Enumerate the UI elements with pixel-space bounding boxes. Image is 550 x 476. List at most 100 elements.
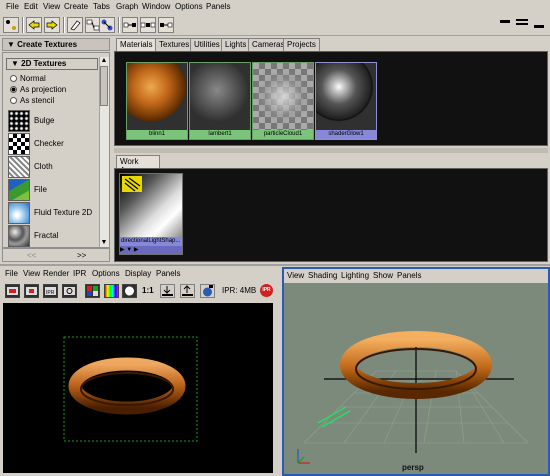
- nav-prev-button[interactable]: <<: [27, 251, 36, 260]
- 2d-textures-header[interactable]: ▼ 2D Textures: [6, 58, 98, 70]
- radio-icon: [10, 75, 17, 82]
- particlecloud-sphere-icon: [253, 63, 313, 131]
- fluid-swatch-icon: [8, 202, 30, 224]
- input-connections-icon[interactable]: [122, 17, 138, 33]
- svg-text:IPR: IPR: [46, 290, 55, 296]
- materials-panel: blinn1 lambert1 particleCloud1 shaderGlo…: [114, 51, 548, 146]
- collapse-arrow-icon: ▼: [11, 59, 22, 68]
- main-menubar: File Edit View Create Tabs Graph Window …: [0, 0, 550, 14]
- radio-normal[interactable]: Normal: [10, 74, 46, 83]
- render-image-area[interactable]: [3, 303, 273, 473]
- persp-menu-lighting[interactable]: Lighting: [341, 271, 369, 280]
- create-textures-header[interactable]: ▼ Create Textures: [2, 38, 110, 51]
- scroll-down-icon[interactable]: ▼: [100, 239, 108, 247]
- radio-icon: [10, 97, 17, 104]
- directional-light-icon: [120, 174, 182, 238]
- radio-selected-icon: [10, 86, 17, 93]
- render-menu-view[interactable]: View: [23, 269, 40, 278]
- keep-image-icon[interactable]: [160, 284, 175, 298]
- render-view-toolbar: IPR 1:1 IPR: 4MB IPR: [0, 281, 278, 301]
- nav-next-button[interactable]: >>: [77, 251, 86, 260]
- persp-menu-shading[interactable]: Shading: [308, 271, 337, 280]
- persp-menu-show[interactable]: Show: [373, 271, 393, 280]
- collapse-arrow-icon: ▼: [7, 40, 18, 49]
- texture-item-fractal[interactable]: Fractal: [8, 225, 98, 247]
- rendered-ring-image: [63, 336, 198, 442]
- persp-menu-view[interactable]: View: [287, 271, 304, 280]
- panel-splitter[interactable]: [114, 148, 548, 153]
- shaderglow-sphere-icon: [316, 63, 376, 131]
- material-swatch-shaderglow1[interactable]: shaderGlow1: [315, 62, 377, 140]
- directional-light-node[interactable]: directionalLightShap... ▶ ▼ ▶: [119, 173, 183, 255]
- material-swatch-particlecloud1[interactable]: particleCloud1: [252, 62, 314, 140]
- menu-create[interactable]: Create: [64, 2, 88, 11]
- menu-options[interactable]: Options: [175, 2, 203, 11]
- material-swatch-blinn1[interactable]: blinn1: [126, 62, 188, 140]
- menu-file[interactable]: File: [6, 2, 19, 11]
- ipr-badge-icon[interactable]: IPR: [260, 284, 273, 297]
- camera-label: persp: [402, 463, 424, 472]
- texture-item-bulge[interactable]: Bulge: [8, 110, 98, 132]
- fractal-swatch-icon: [8, 225, 30, 247]
- radio-as-projection[interactable]: As projection: [10, 85, 66, 94]
- blinn-sphere-icon: [127, 63, 187, 131]
- graph-network-icon[interactable]: [99, 17, 115, 33]
- redo-render-icon[interactable]: [5, 284, 20, 298]
- layout-bottom-icon[interactable]: [534, 18, 544, 28]
- display-rgb-icon[interactable]: [104, 284, 119, 298]
- render-menu-render[interactable]: Render: [43, 269, 69, 278]
- refresh-ipr-icon[interactable]: [62, 284, 77, 298]
- texture-item-file[interactable]: File: [8, 179, 98, 201]
- menu-graph[interactable]: Graph: [116, 2, 138, 11]
- ratio-label[interactable]: 1:1: [142, 286, 154, 295]
- ipr-render-icon[interactable]: IPR: [43, 284, 58, 298]
- tab-projects[interactable]: Projects: [283, 38, 320, 51]
- persp-viewport[interactable]: persp: [284, 283, 548, 474]
- lambert-sphere-icon: [190, 63, 250, 131]
- persp-menu-panels[interactable]: Panels: [397, 271, 421, 280]
- checker-swatch-icon: [8, 133, 30, 155]
- layout-split-icon[interactable]: [516, 19, 528, 25]
- tab-utilities[interactable]: Utilities: [190, 38, 224, 51]
- display-alpha-icon[interactable]: [122, 284, 137, 298]
- arrow-left-icon[interactable]: [26, 17, 42, 33]
- arrow-right-icon[interactable]: [44, 17, 60, 33]
- menu-panels[interactable]: Panels: [206, 2, 230, 11]
- tab-textures[interactable]: Textures: [155, 38, 194, 51]
- radio-as-stencil[interactable]: As stencil: [10, 96, 54, 105]
- texture-item-fluid-texture-2d[interactable]: Fluid Texture 2D: [8, 202, 98, 224]
- tab-lights[interactable]: Lights: [221, 38, 251, 51]
- perspective-view-panel: View Shading Lighting Show Panels persp: [282, 267, 550, 476]
- create-panel-nav: << >>: [2, 248, 110, 262]
- tab-materials[interactable]: Materials: [116, 38, 157, 51]
- menu-tabs[interactable]: Tabs: [93, 2, 110, 11]
- render-menu-options[interactable]: Options: [92, 269, 120, 278]
- texture-item-checker[interactable]: Checker: [8, 133, 98, 155]
- texture-item-cloth[interactable]: Cloth: [8, 156, 98, 178]
- render-menu-ipr[interactable]: IPR: [73, 269, 86, 278]
- render-globals-icon[interactable]: [200, 284, 215, 298]
- render-menu-file[interactable]: File: [5, 269, 18, 278]
- render-menu-display[interactable]: Display: [125, 269, 151, 278]
- render-region-icon[interactable]: [24, 284, 39, 298]
- clear-graph-icon[interactable]: [67, 17, 83, 33]
- ipr-memory-label: IPR: 4MB: [222, 286, 257, 295]
- scrollbar-thumb[interactable]: [100, 66, 108, 106]
- input-output-connections-icon[interactable]: [140, 17, 156, 33]
- scroll-up-icon[interactable]: ▲: [100, 57, 108, 65]
- node-ports[interactable]: ▶ ▼ ▶: [120, 246, 182, 254]
- menu-view[interactable]: View: [43, 2, 60, 11]
- render-menu-panels[interactable]: Panels: [156, 269, 180, 278]
- horizontal-divider[interactable]: [0, 264, 550, 266]
- snapshot-icon[interactable]: [85, 284, 100, 298]
- output-connections-icon[interactable]: [158, 17, 174, 33]
- menu-edit[interactable]: Edit: [24, 2, 38, 11]
- material-swatch-lambert1[interactable]: lambert1: [189, 62, 251, 140]
- bulge-swatch-icon: [8, 110, 30, 132]
- tab-work-area[interactable]: Work Area: [116, 155, 160, 175]
- toggle-create-bar-icon[interactable]: [3, 17, 19, 33]
- remove-image-icon[interactable]: [180, 284, 195, 298]
- cloth-swatch-icon: [8, 156, 30, 178]
- layout-top-icon[interactable]: [500, 20, 510, 23]
- menu-window[interactable]: Window: [142, 2, 170, 11]
